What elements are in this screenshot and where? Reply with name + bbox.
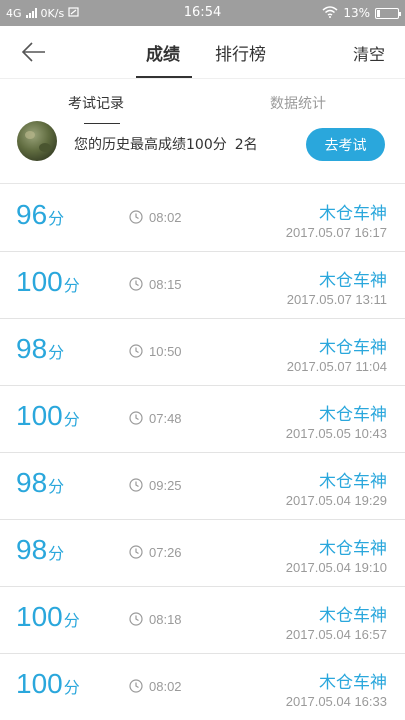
score-unit: 分: [63, 410, 80, 429]
tab-scores[interactable]: 成绩: [146, 40, 180, 65]
status-bar: 4G 0K/s 16:54 13%: [0, 0, 405, 26]
exam-datetime: 2017.05.04 19:10: [285, 560, 387, 575]
user-nickname: 木仓车神: [319, 405, 387, 425]
exam-duration: 09:25: [149, 478, 182, 493]
battery-icon: [375, 7, 401, 19]
score: 100分: [16, 668, 80, 700]
user-nickname: 木仓车神: [319, 539, 387, 559]
clock-icon: [129, 612, 143, 626]
exam-datetime: 2017.05.07 13:11: [286, 292, 387, 307]
exam-datetime: 2017.05.04 16:57: [285, 627, 387, 642]
record-row[interactable]: 96分 08:02 木仓车神 2017.05.07 16:17: [0, 185, 405, 252]
battery-percent: 13%: [343, 6, 370, 20]
back-button[interactable]: [20, 40, 48, 64]
user-nickname: 木仓车神: [319, 606, 387, 626]
score: 100分: [16, 400, 80, 432]
score: 98分: [16, 534, 64, 566]
score-value: 98: [16, 467, 48, 498]
record-row[interactable]: 98分 09:25 木仓车神 2017.05.04 19:29: [0, 453, 405, 520]
clock-icon: [129, 679, 143, 693]
score: 96分: [16, 199, 64, 231]
score-unit: 分: [63, 611, 80, 630]
score-unit: 分: [63, 276, 80, 295]
score-unit: 分: [48, 209, 65, 228]
score-unit: 分: [48, 477, 65, 496]
clock-icon: [129, 478, 143, 492]
record-row[interactable]: 100分 08:15 木仓车神 2017.05.07 13:11: [0, 252, 405, 319]
score-unit: 分: [48, 343, 65, 362]
user-nickname: 木仓车神: [319, 472, 387, 492]
exam-datetime: 2017.05.07 11:04: [286, 359, 387, 374]
status-right: 13%: [322, 0, 401, 26]
rank-label: 2名: [234, 137, 258, 153]
clock-icon: [129, 545, 143, 559]
sub-tabs: 考试记录 数据统计: [0, 78, 405, 125]
header: 成绩 排行榜 清空: [0, 26, 405, 78]
record-row[interactable]: 100分 08:18 木仓车神 2017.05.04 16:57: [0, 587, 405, 654]
battery-level: [377, 9, 380, 17]
score: 98分: [16, 333, 64, 365]
exam-datetime: 2017.05.05 10:43: [285, 426, 387, 441]
exam-duration: 08:02: [149, 679, 182, 694]
arrow-left-icon: [21, 42, 45, 62]
score-value: 100: [16, 601, 63, 632]
score: 98分: [16, 467, 64, 499]
record-row[interactable]: 98分 10:50 木仓车神 2017.05.07 11:04: [0, 319, 405, 386]
record-row[interactable]: 98分 07:26 木仓车神 2017.05.04 19:10: [0, 520, 405, 587]
exam-datetime: 2017.05.07 16:17: [285, 225, 387, 240]
exam-duration: 08:18: [149, 612, 182, 627]
tab-leaderboard[interactable]: 排行榜: [215, 40, 266, 65]
user-nickname: 木仓车神: [319, 338, 387, 358]
exam-duration: 08:15: [149, 277, 182, 292]
best-score-label: 您的历史最高成绩100分: [74, 137, 227, 153]
clear-button[interactable]: 清空: [353, 41, 385, 65]
records-list: 96分 08:02 木仓车神 2017.05.07 16:17 100分 08:…: [0, 185, 405, 720]
exam-duration: 07:48: [149, 411, 182, 426]
best-score-summary: 您的历史最高成绩100分 2名 去考试: [0, 121, 405, 184]
score-unit: 分: [48, 544, 65, 563]
wifi-icon: [322, 5, 338, 21]
score-value: 100: [16, 266, 63, 297]
record-row[interactable]: 100分 08:02 木仓车神 2017.05.04 16:33: [0, 654, 405, 720]
tab-statistics[interactable]: 数据统计: [270, 93, 326, 113]
exam-datetime: 2017.05.04 16:33: [285, 694, 387, 709]
user-nickname: 木仓车神: [319, 271, 387, 291]
clock-icon: [129, 344, 143, 358]
exam-datetime: 2017.05.04 19:29: [285, 493, 387, 508]
score: 100分: [16, 266, 80, 298]
exam-duration: 07:26: [149, 545, 182, 560]
clock-icon: [129, 277, 143, 291]
score-value: 98: [16, 534, 48, 565]
score-unit: 分: [63, 678, 80, 697]
score: 100分: [16, 601, 80, 633]
clock-icon: [129, 411, 143, 425]
avatar[interactable]: [17, 121, 57, 161]
score-value: 98: [16, 333, 48, 364]
user-nickname: 木仓车神: [319, 204, 387, 224]
score-value: 100: [16, 668, 63, 699]
clock-icon: [129, 210, 143, 224]
best-score-text: 您的历史最高成绩100分 2名: [74, 134, 258, 154]
user-nickname: 木仓车神: [319, 673, 387, 693]
take-exam-button[interactable]: 去考试: [306, 128, 385, 161]
exam-duration: 10:50: [149, 344, 182, 359]
record-row[interactable]: 100分 07:48 木仓车神 2017.05.05 10:43: [0, 386, 405, 453]
score-value: 96: [16, 199, 48, 230]
exam-duration: 08:02: [149, 210, 182, 225]
score-value: 100: [16, 400, 63, 431]
tab-exam-records[interactable]: 考试记录: [68, 93, 124, 113]
